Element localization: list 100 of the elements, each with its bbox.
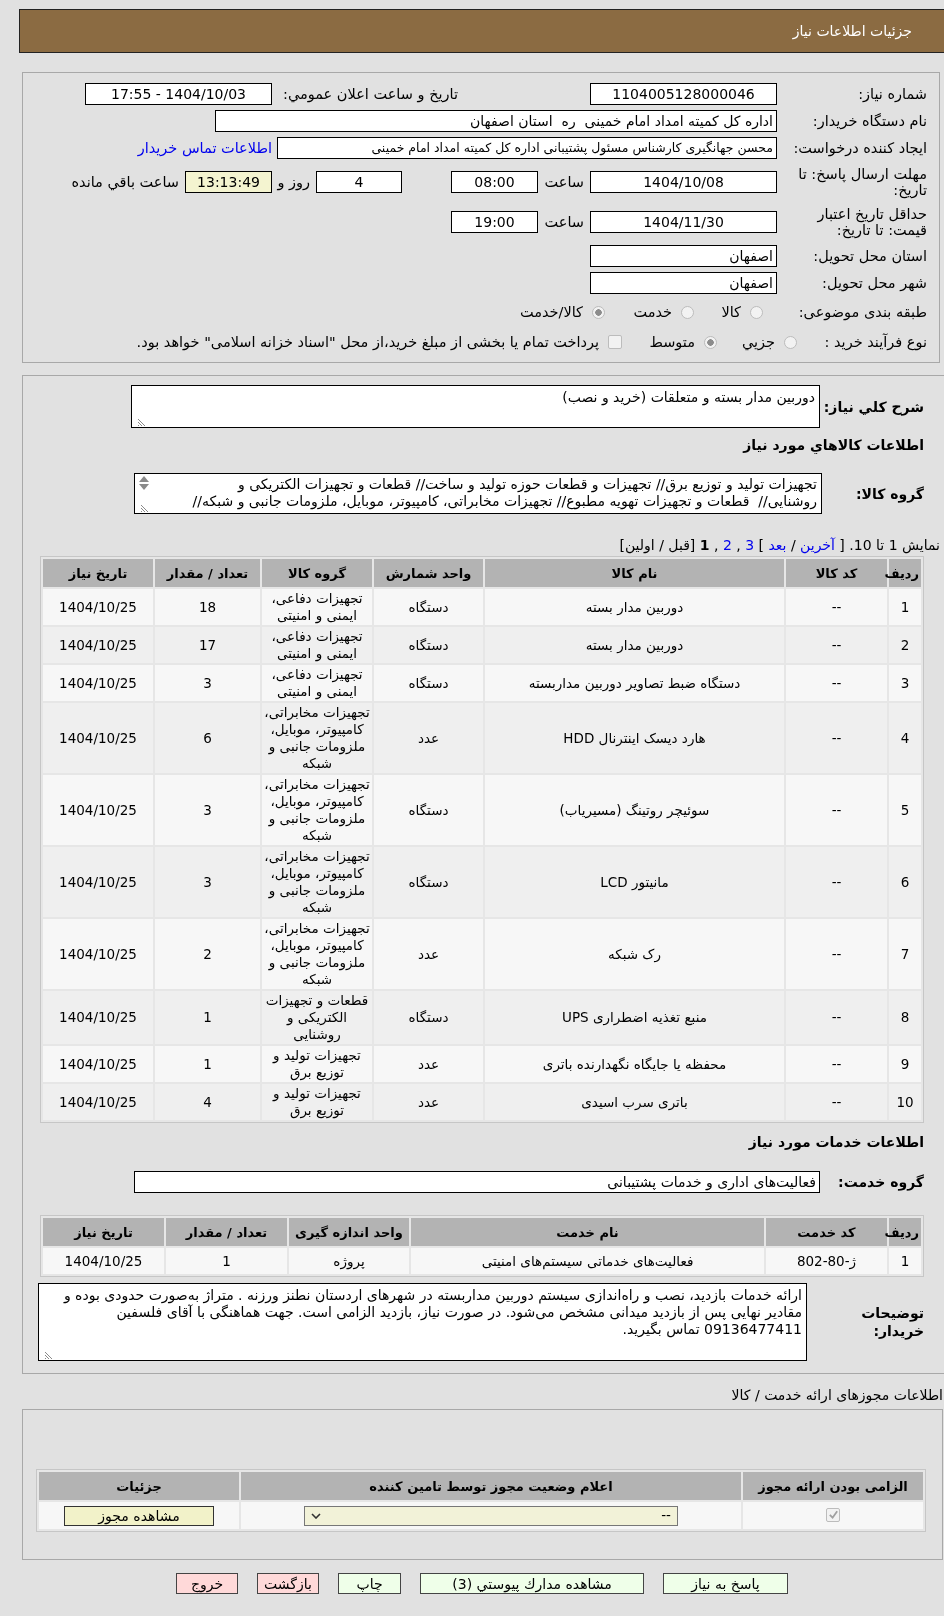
table-cell: قطعات و تجهیزات الکتریکی و روشنایی — [262, 991, 372, 1044]
checkbox[interactable] — [608, 335, 622, 349]
table-cell: 1404/10/25 — [43, 1046, 153, 1082]
view-license-button[interactable]: مشاهده مجوز — [64, 1505, 214, 1526]
table-cell: 1404/10/25 — [43, 627, 153, 663]
table-cell: منبع تغذیه اضطراری UPS — [485, 991, 784, 1044]
radio-button[interactable] — [704, 335, 717, 349]
column-header: گروه کالا — [262, 559, 372, 587]
checkbox[interactable] — [826, 1507, 840, 1522]
table-cell: 3 — [155, 847, 260, 917]
print-button[interactable]: چاپ — [338, 1573, 401, 1594]
pagination-text: ] — [758, 537, 764, 553]
table-cell: 7 — [889, 919, 921, 989]
table-cell: 1404/10/25 — [43, 589, 153, 625]
days-remaining-field[interactable]: 4 — [316, 170, 402, 193]
table-cell: تجهیزات دفاعی، ایمنی و امنیتی — [262, 589, 372, 625]
back-button[interactable]: بازگشت — [257, 1573, 319, 1594]
validity-date-field[interactable]: 1404/11/30 — [590, 211, 777, 233]
column-header: الزامی بودن ارائه مجوز — [743, 1472, 923, 1500]
table-cell: عدد — [374, 1046, 483, 1082]
table-cell: 3 — [889, 665, 921, 701]
attachments-button[interactable]: مشاهده مدارك پيوستي (3) — [420, 1573, 644, 1594]
radio-label: متوسط — [649, 334, 695, 350]
validity-time-field[interactable]: 19:00 — [451, 211, 538, 233]
pagination-text: , — [736, 537, 741, 553]
scroll-down-icon[interactable] — [139, 484, 149, 490]
deadline-time-field[interactable]: 08:00 — [451, 170, 538, 193]
need-number-field[interactable]: 1104005128000046 — [590, 82, 777, 105]
license-status-select[interactable]: -- — [304, 1505, 678, 1526]
table-cell: 1 — [155, 1046, 260, 1082]
pagination-text: / — [790, 537, 796, 553]
delivery-province-field[interactable]: اصفهان — [590, 244, 777, 267]
table-cell: تجهیزات مخابراتی، کامپیوتر، موبایل، ملزومات جانبی و شبکه — [262, 775, 372, 845]
field-label: تاریخ و ساعت اعلان عمومي: — [282, 85, 458, 102]
section-heading: اطلاعات کالاهاي مورد نیاز — [741, 436, 924, 455]
pagination-text: نمایش 1 تا 10. [ — [839, 537, 940, 553]
table-cell: دستگاه — [374, 665, 483, 701]
field-label: شهر محل تحویل: — [821, 274, 927, 291]
radio-label: خدمت — [633, 304, 672, 320]
table-cell: 6 — [889, 847, 921, 917]
pagination-text: , — [713, 537, 719, 553]
table-cell: تجهیزات مخابراتی، کامپیوتر، موبایل، ملزومات جانبی و شبکه — [262, 703, 372, 773]
table-cell: باتری سرب اسیدی — [485, 1084, 784, 1120]
pagination-link[interactable]: بعد — [768, 537, 787, 553]
buyer-notes-textarea[interactable]: ارائه خدمات بازدید، نصب و راه‌اندازی سیستم دوربین مداربسته در شهرهای اردستان نطنز ورزنه . متراژ به‌صورت حدودی بوده و مقادیر نهایی پس از بازدید میدانی مشخص می‌شود. در صورت نیاز، بازدید الزامی است. جهت هماهنگی با آقای فلسفین 09136477411 تماس بگیرید. — [38, 1283, 807, 1361]
column-header: جزئیات — [39, 1472, 239, 1500]
page-link[interactable]: 2 — [722, 537, 732, 553]
table-cell: 4 — [155, 1084, 260, 1120]
radio-button[interactable] — [592, 305, 605, 319]
table-cell: عدد — [374, 703, 483, 773]
table-cell: 1404/10/25 — [43, 665, 153, 701]
column-header: تاریخ نیاز — [43, 559, 153, 587]
page-link[interactable]: 3 — [745, 537, 755, 553]
field-label: شرح کلي نیاز: — [822, 398, 924, 415]
resize-grip-icon[interactable] — [141, 504, 149, 512]
table-cell: 5 — [889, 775, 921, 845]
resize-grip-icon[interactable] — [138, 418, 146, 426]
radio-label: جزيي — [741, 334, 775, 350]
pagination-text: [قبل / اولین] — [619, 537, 696, 553]
goods-group-textarea[interactable]: تجهیزات تولید و توزیع برق// تجهیزات و قطعات حوزه تولید و ساخت// قطعات و تجهیزات الکتریکی و روشنایی// قطعات و تجهیزات تهویه مطبوع// تجهیزات مخابراتی، کامپیوتر، موبایل، ملزومات جانبی و شبکه// — [134, 473, 822, 514]
table-cell: هارد دیسک اینترنال HDD — [485, 703, 784, 773]
announcement-datetime-field[interactable]: 1404/10/03 - 17:55 — [85, 82, 272, 105]
field-label: طبقه بندی موضوعی: — [797, 304, 927, 320]
field-label: ساعت باقي مانده — [71, 173, 179, 190]
column-header: تعداد / مقدار — [166, 1218, 287, 1246]
table-cell: دستگاه — [374, 589, 483, 625]
reply-button[interactable]: پاسخ به نیاز — [663, 1573, 788, 1594]
service-group-field[interactable]: فعالیت‌های اداری و خدمات پشتیبانی — [134, 1171, 820, 1193]
pagination-link[interactable]: آخرین — [800, 537, 835, 553]
delivery-city-field[interactable]: اصفهان — [590, 271, 777, 294]
deadline-date-field[interactable]: 1404/10/08 — [590, 170, 777, 193]
buyer-organization-field[interactable]: اداره کل کمیته امداد امام خمینی ره استان اصفهان — [215, 109, 777, 132]
table-cell: 9 — [889, 1046, 921, 1082]
chevron-down-icon[interactable] — [311, 1512, 321, 1519]
time-remaining-field[interactable]: 13:13:49 — [185, 170, 272, 193]
section-heading: اطلاعات مجوزهای ارائه خدمت / کالا — [730, 1386, 944, 1405]
table-cell: 10 — [889, 1084, 921, 1120]
requester-field[interactable]: محسن جهانگیری کارشناس مسئول پشتیبانی اداره کل کمیته امداد امام خمینی — [277, 136, 777, 159]
table-cell: عدد — [374, 919, 483, 989]
resize-grip-icon[interactable] — [45, 1351, 53, 1359]
table-cell: 6 — [155, 703, 260, 773]
field-label: ساعت — [544, 214, 584, 230]
column-header: تاریخ نیاز — [43, 1218, 164, 1246]
radio-button[interactable] — [784, 335, 797, 349]
radio-button[interactable] — [681, 305, 694, 319]
exit-button[interactable]: خروج — [176, 1573, 238, 1594]
table-cell: 1404/10/25 — [43, 991, 153, 1044]
table-cell: -- — [786, 1046, 887, 1082]
table-cell: -- — [786, 991, 887, 1044]
table-cell: 1404/10/25 — [43, 1248, 164, 1274]
radio-label: کالا — [721, 304, 741, 320]
current-page: 1 — [699, 537, 710, 553]
summary-textarea[interactable]: دوربین مدار بسته و متعلقات (خرید و نصب) — [131, 385, 820, 428]
radio-button[interactable] — [750, 305, 763, 319]
table-cell: 1 — [155, 991, 260, 1044]
scroll-up-icon[interactable] — [139, 476, 149, 482]
table-cell: دستگاه — [374, 627, 483, 663]
buyer-contact-link[interactable]: اطلاعات تماس خریدار — [137, 139, 272, 156]
page-title: جزئیات اطلاعات نیاز — [792, 23, 912, 39]
column-header: واحد اندازه گیری — [289, 1218, 409, 1246]
